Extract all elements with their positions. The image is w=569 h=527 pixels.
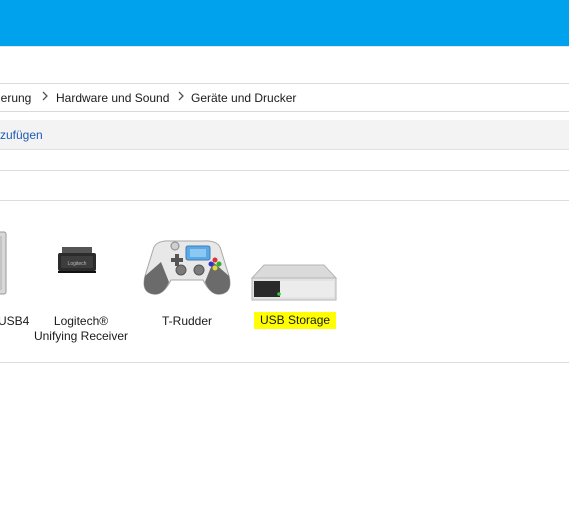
add-device-button[interactable]: zufügen [0,128,43,142]
breadcrumb[interactable]: ierung Hardware und Sound Geräte und Dru… [0,83,569,112]
breadcrumb-item-hardware-sound[interactable]: Hardware und Sound [56,91,169,105]
device-usb-storage[interactable] [250,262,338,304]
chevron-right-icon[interactable] [178,91,184,101]
usb-receiver-icon: Logitech [58,247,96,273]
section-header-divider [0,200,569,201]
chevron-right-icon[interactable] [42,91,48,101]
device-label-line2: Unifying Receiver [33,329,129,343]
window-titlebar[interactable] [0,0,569,46]
command-bar: zufügen [0,120,569,150]
device-label-selected: USB Storage [254,312,337,329]
hard-drive-icon [250,264,338,301]
divider [0,170,569,171]
usb-device-icon [0,231,7,295]
svg-text:Logitech: Logitech [68,261,87,267]
device-label: T-Rudder [161,314,213,328]
device-usb4[interactable] [0,228,10,298]
divider [0,46,569,47]
gamepad-icon [143,240,231,295]
device-t-rudder[interactable] [141,236,233,300]
breadcrumb-item-control-panel[interactable]: ierung [0,91,31,105]
device-label: USB4 [0,314,30,328]
device-label-line1: Logitech® [53,314,109,328]
selection-highlight: USB Storage [254,312,337,329]
device-logitech-receiver[interactable]: Logitech [52,243,102,275]
section-divider [0,362,569,363]
breadcrumb-item-devices-printers[interactable]: Geräte und Drucker [191,91,296,105]
